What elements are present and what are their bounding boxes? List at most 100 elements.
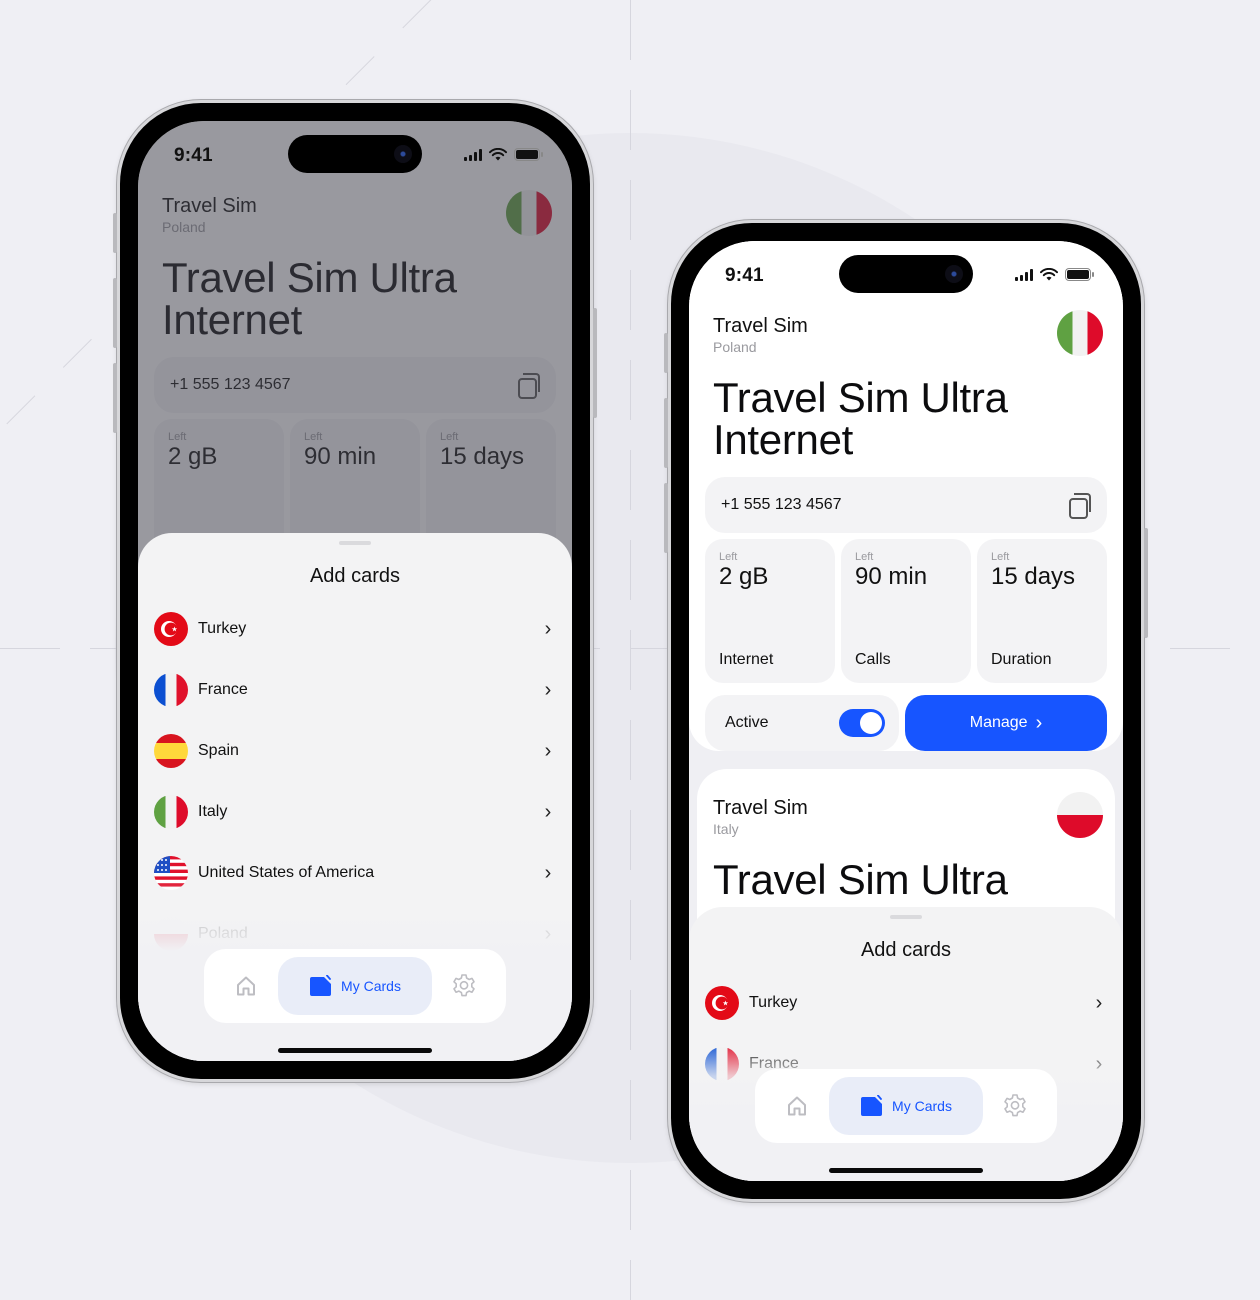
tab-label: My Cards xyxy=(341,978,401,994)
sheet-grabber[interactable] xyxy=(890,915,922,919)
tab-my-cards[interactable]: My Cards xyxy=(278,957,432,1015)
tab-settings[interactable] xyxy=(432,958,496,1014)
tab-bar: My Cards xyxy=(755,1069,1057,1143)
active-label: Active xyxy=(725,714,769,731)
stat-kind: Internet xyxy=(719,651,774,668)
stat-label: Left xyxy=(991,551,1010,563)
screen: 9:41 Travel Sim Poland Travel Sim Ultra … xyxy=(689,241,1123,1181)
sim-country: Poland xyxy=(713,339,757,355)
tab-label: My Cards xyxy=(892,1098,952,1114)
volume-up-button xyxy=(113,278,117,348)
sheet-title: Add cards xyxy=(309,565,401,587)
copy-icon[interactable] xyxy=(1069,493,1091,519)
poland-flag-icon xyxy=(1057,792,1103,838)
card-actions: Active Manage › xyxy=(705,695,1107,751)
sim-country: Italy xyxy=(713,821,739,837)
phone-right: 9:41 Travel Sim Poland Travel Sim Ultra … xyxy=(664,220,1148,1202)
country-item-turkey[interactable]: Turkey › xyxy=(154,609,556,649)
manage-button[interactable]: Manage › xyxy=(905,695,1107,751)
stat-duration[interactable]: Left 15 days Duration xyxy=(977,539,1107,683)
country-name: Italy xyxy=(198,803,228,820)
stat-internet[interactable]: Left 2 gB Internet xyxy=(705,539,835,683)
sim-card-icon xyxy=(310,975,332,996)
home-indicator[interactable] xyxy=(278,1048,432,1053)
active-toggle[interactable] xyxy=(839,709,885,737)
stat-value: 15 days xyxy=(991,563,1076,590)
italy-flag-icon xyxy=(154,795,188,829)
country-item-france[interactable]: France › xyxy=(154,670,556,710)
guide-line-vertical xyxy=(630,0,631,1300)
power-button xyxy=(593,308,597,418)
stat-label: Left xyxy=(719,551,738,563)
italy-flag-icon xyxy=(1057,310,1103,356)
home-icon xyxy=(788,1096,806,1116)
stat-kind: Duration xyxy=(991,651,1052,668)
manage-label: Manage xyxy=(969,714,1028,731)
screen: 9:41 Travel Sim Poland Travel Sim Ultra … xyxy=(138,121,572,1061)
stats-row: Left 2 gB Internet Left 90 min Calls Lef… xyxy=(705,539,1107,683)
wifi-icon xyxy=(1040,268,1058,281)
cellular-signal-icon xyxy=(464,148,482,161)
volume-up-button xyxy=(664,398,668,468)
chevron-right-icon: › xyxy=(544,800,552,823)
gear-icon xyxy=(1004,1094,1026,1117)
camera-icon xyxy=(945,265,963,283)
country-name: Spain xyxy=(198,742,239,759)
tab-home[interactable] xyxy=(765,1078,829,1134)
power-button xyxy=(1144,528,1148,638)
chevron-right-icon: › xyxy=(1095,991,1103,1014)
tab-bar: My Cards xyxy=(204,949,506,1023)
turkey-flag-icon xyxy=(705,986,739,1020)
sim-name: Travel Sim xyxy=(713,315,808,337)
volume-down-button xyxy=(113,363,117,433)
chevron-right-icon: › xyxy=(1035,711,1043,734)
turkey-flag-icon xyxy=(154,612,188,646)
tab-my-cards[interactable]: My Cards xyxy=(829,1077,983,1135)
stat-calls[interactable]: Left 90 min Calls xyxy=(841,539,971,683)
gear-icon xyxy=(453,974,475,997)
status-time: 9:41 xyxy=(174,145,213,166)
stat-label: Left xyxy=(855,551,874,563)
sim-card: Travel Sim Poland Travel Sim Ultra Inter… xyxy=(689,241,1123,751)
stat-value: 2 gB xyxy=(719,563,769,590)
tab-home[interactable] xyxy=(214,958,278,1014)
camera-icon xyxy=(394,145,412,163)
action-button xyxy=(664,333,668,373)
chevron-right-icon: › xyxy=(544,739,552,762)
wifi-icon xyxy=(489,148,507,161)
plan-title: Travel Sim Ultra Internet xyxy=(713,374,1008,463)
sim-name: Travel Sim xyxy=(713,797,808,819)
sim-card-icon xyxy=(861,1095,883,1116)
home-icon xyxy=(237,976,255,996)
sheet-grabber[interactable] xyxy=(339,541,371,545)
phone-number: +1 555 123 4567 xyxy=(721,496,842,513)
battery-icon xyxy=(514,148,543,161)
status-time: 9:41 xyxy=(725,265,764,286)
sheet-title: Add cards xyxy=(860,939,952,961)
phone-left: 9:41 Travel Sim Poland Travel Sim Ultra … xyxy=(113,100,597,1082)
battery-icon xyxy=(1065,268,1094,281)
country-name: Turkey xyxy=(749,994,798,1011)
country-item-turkey[interactable]: Turkey › xyxy=(705,983,1107,1023)
active-row: Active xyxy=(705,695,899,751)
country-name: United States of America xyxy=(198,864,375,881)
dynamic-island xyxy=(288,135,422,173)
home-indicator[interactable] xyxy=(829,1168,983,1173)
chevron-right-icon: › xyxy=(544,678,552,701)
stat-value: 90 min xyxy=(855,563,928,590)
phone-number-row: +1 555 123 4567 xyxy=(705,477,1107,533)
stat-kind: Calls xyxy=(855,651,891,668)
country-item-spain[interactable]: Spain › xyxy=(154,731,556,771)
plan-title: Travel Sim Ultra xyxy=(713,856,1008,903)
tab-settings[interactable] xyxy=(983,1078,1047,1134)
country-name: France xyxy=(198,681,248,698)
france-flag-icon xyxy=(154,673,188,707)
cellular-signal-icon xyxy=(1015,268,1033,281)
country-name: Turkey xyxy=(198,620,247,637)
chevron-right-icon: › xyxy=(544,617,552,640)
spain-flag-icon xyxy=(154,734,188,768)
volume-down-button xyxy=(664,483,668,553)
dynamic-island xyxy=(839,255,973,293)
action-button xyxy=(113,213,117,253)
country-item-italy[interactable]: Italy › xyxy=(154,792,556,832)
